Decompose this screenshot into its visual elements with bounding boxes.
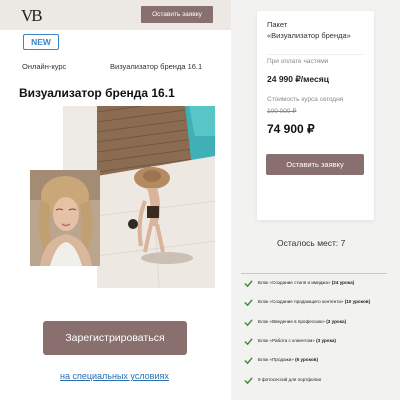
- page-title: Визуализатор бренда 16.1: [19, 86, 175, 100]
- package-label: Пакет: [267, 20, 288, 29]
- feature-text: Блок «Работа с клиентом» (3 урока): [258, 338, 336, 343]
- feature-lesson-count: (3 урока): [314, 338, 336, 343]
- feature-item: Блок «Создание стиля и имиджа» (24 урока…: [244, 279, 394, 289]
- svg-text:VB: VB: [21, 6, 42, 24]
- check-icon: [244, 280, 253, 288]
- installment-price: 24 990 ₽/месяц: [267, 74, 329, 84]
- feature-lesson-count: (10 уроков): [343, 299, 371, 304]
- special-conditions-link[interactable]: на специальных условиях: [60, 371, 169, 381]
- feature-title: Блок «Создание продающего контента»: [258, 299, 344, 304]
- check-icon: [244, 338, 253, 346]
- today-price-label: Стоимость курса сегодня: [267, 96, 344, 103]
- feature-lesson-count: (3 урока): [324, 319, 347, 324]
- feature-title: Блок «Создание стиля и имиджа»: [258, 280, 331, 285]
- feature-title: Блок «Работа с клиентом»: [258, 338, 315, 343]
- feature-text: Блок «Создание стиля и имиджа» (24 урока…: [258, 280, 354, 285]
- check-icon: [244, 357, 253, 365]
- check-icon: [244, 299, 253, 307]
- feature-item: Блок «Создание продающего контента» (10 …: [244, 298, 394, 308]
- feature-lesson-count: (6 уроков): [293, 357, 318, 362]
- feature-item: Блок «Продажи» (6 уроков): [244, 356, 394, 366]
- seats-divider: [241, 273, 387, 274]
- top-bar: VB Оставить заявку: [0, 0, 231, 30]
- feature-text: Блок «Продажи» (6 уроков): [258, 357, 318, 362]
- poolside-photo: [97, 106, 215, 288]
- installment-label: При оплате частями: [267, 58, 329, 65]
- feature-lesson-count: (24 урока): [330, 280, 355, 285]
- feature-title: Блок «Продажи»: [258, 357, 294, 362]
- register-button[interactable]: Зарегистрироваться: [43, 321, 187, 355]
- package-name: «Визуализатор бренда»: [267, 31, 351, 40]
- card-divider: [267, 54, 364, 55]
- feature-item: Блок «Введение в профессию» (3 урока): [244, 318, 394, 328]
- top-request-button[interactable]: Оставить заявку: [141, 6, 213, 23]
- feature-item: Блок «Работа с клиентом» (3 урока): [244, 337, 394, 347]
- course-name-label: Визуализатор бренда 16.1: [110, 62, 203, 71]
- old-price: 100 000 ₽: [267, 108, 297, 115]
- vb-logo[interactable]: VB: [20, 6, 46, 25]
- seats-left: Осталось мест: 7: [277, 238, 346, 248]
- feature-title: 9 фотосессий для портфолио: [258, 377, 322, 382]
- course-type-label: Онлайн-курс: [22, 62, 67, 71]
- new-badge: NEW: [23, 34, 59, 50]
- landing-panel: VB Оставить заявку NEW Онлайн-курс Визуа…: [0, 0, 231, 400]
- feature-text: Блок «Создание продающего контента» (10 …: [258, 299, 370, 304]
- check-icon: [244, 377, 253, 385]
- feature-title: Блок «Введение в профессию»: [258, 319, 325, 324]
- feature-text: Блок «Введение в профессию» (3 урока): [258, 319, 346, 324]
- feature-item: 9 фотосессий для портфолио: [244, 376, 394, 386]
- current-price: 74 900 ₽: [267, 122, 315, 136]
- card-request-button[interactable]: Оставить заявку: [266, 154, 364, 175]
- portrait-photo: [30, 170, 100, 266]
- feature-text: 9 фотосессий для портфолио: [258, 377, 321, 382]
- check-icon: [244, 319, 253, 327]
- price-card: Пакет «Визуализатор бренда» При оплате ч…: [257, 11, 374, 220]
